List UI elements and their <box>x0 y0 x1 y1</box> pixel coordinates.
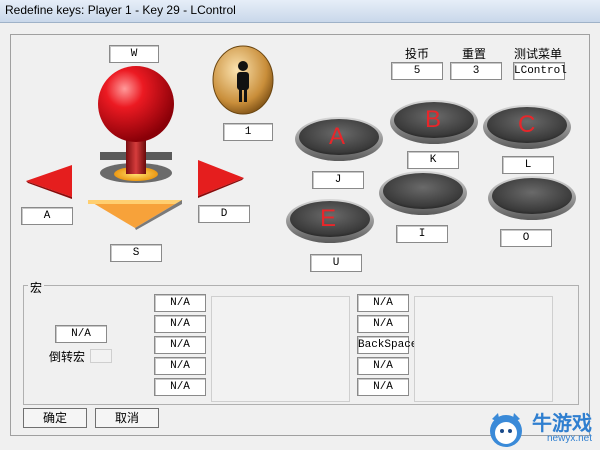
watermark-text: 牛游戏 <box>532 411 592 435</box>
cancel-button[interactable]: 取消 <box>95 408 159 428</box>
macro-left-key-2[interactable]: N/A <box>154 315 206 333</box>
watermark-logo: 牛游戏 newyx.net <box>490 411 592 447</box>
macro-left-panel[interactable] <box>211 296 350 402</box>
button-b-letter: B <box>425 106 442 133</box>
macro-main-key-field[interactable]: N/A <box>55 325 107 343</box>
macro-right-panel[interactable] <box>414 296 553 402</box>
ok-button[interactable]: 确定 <box>23 408 87 428</box>
button-e-letter: E <box>320 205 337 232</box>
button-a-letter: A <box>329 123 346 150</box>
macro-right-key-1[interactable]: N/A <box>357 294 409 312</box>
macro-right-key-2[interactable]: N/A <box>357 315 409 333</box>
macro-group-label: 宏 <box>28 279 45 296</box>
macro-left-key-4[interactable]: N/A <box>154 357 206 375</box>
button-4-key-field[interactable]: I <box>396 225 448 243</box>
macro-right-key-3[interactable]: BackSpace <box>357 336 417 354</box>
macro-left-key-5[interactable]: N/A <box>154 378 206 396</box>
button-e-key-field[interactable]: U <box>310 254 362 272</box>
macro-right-key-5[interactable]: N/A <box>357 378 409 396</box>
button-c-letter: C <box>518 111 536 138</box>
button-4-icon[interactable] <box>379 171 467 215</box>
button-a-key-field[interactable]: J <box>312 171 364 189</box>
macro-right-key-4[interactable]: N/A <box>357 357 409 375</box>
button-c-key-field[interactable]: L <box>502 156 554 174</box>
reverse-macro-label: 倒转宏 <box>49 350 86 364</box>
button-b-key-field[interactable]: K <box>407 151 459 169</box>
redefine-keys-window: Redefine keys: Player 1 - Key 29 - LCont… <box>0 0 600 450</box>
macro-left-key-1[interactable]: N/A <box>154 294 206 312</box>
macro-left-key-3[interactable]: N/A <box>154 336 206 354</box>
button-5-icon[interactable] <box>488 176 576 220</box>
button-5-key-field[interactable]: O <box>500 229 552 247</box>
mascot-icon <box>490 413 522 447</box>
reverse-macro-field[interactable] <box>90 349 112 363</box>
